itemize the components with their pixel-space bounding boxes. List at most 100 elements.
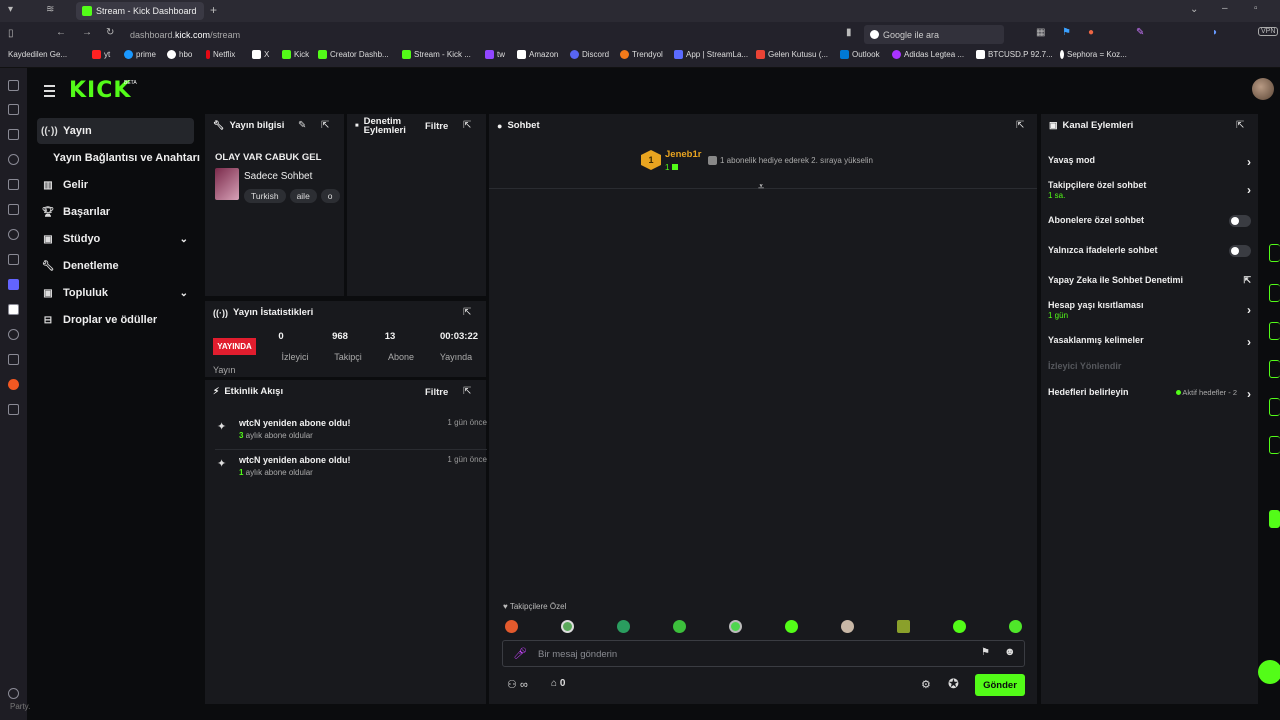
viewer-points[interactable]: ⚇ ∞ (507, 678, 528, 691)
popout-icon[interactable]: ⇱ (1016, 120, 1024, 131)
emote-icon[interactable] (673, 620, 686, 633)
sidebar-reading-icon[interactable] (8, 104, 19, 115)
edge-tab-icon[interactable] (1269, 510, 1280, 528)
search-field[interactable]: Google ile ara (864, 25, 1004, 44)
nav-item-community[interactable]: ▣ Topluluk ⌄ (37, 280, 194, 306)
sidebar-web-icon[interactable] (8, 329, 19, 340)
nav-item-revenue[interactable]: ▥ Gelir (37, 172, 194, 198)
emoji-icon[interactable]: ☻ (1004, 646, 1016, 658)
popout-icon[interactable]: ⇱ (463, 386, 471, 397)
reload-icon[interactable]: ↻ (106, 27, 114, 38)
emote-icon[interactable] (729, 620, 742, 633)
popout-icon[interactable]: ⇱ (321, 120, 329, 131)
emote-icon[interactable] (617, 620, 630, 633)
nav-item-studio[interactable]: ▣ Stüdyo ⌄ (37, 226, 194, 252)
sidebar-toggle-icon[interactable]: ▯ (8, 28, 14, 39)
sidebar-settings-icon[interactable] (8, 688, 19, 699)
sidebar-history-icon[interactable] (8, 154, 19, 165)
kick-logo[interactable]: KICK (69, 78, 131, 103)
store-counter[interactable]: ⌂ 0 (551, 678, 565, 689)
vpn-badge[interactable]: VPN (1258, 27, 1279, 36)
browser-menu-icon[interactable]: ▾ (8, 4, 13, 15)
popout-icon[interactable]: ⇱ (463, 120, 471, 131)
gifter-name[interactable]: Jeneb1r (665, 149, 701, 160)
bookmark-item[interactable]: Stream - Kick ... (402, 50, 471, 59)
translate-icon[interactable]: ⚑ (1062, 27, 1071, 38)
sidebar-capture-icon[interactable] (8, 204, 19, 215)
ai-moderation-row[interactable]: Yapay Zeka ile Sohbet Denetimi ⇱ (1048, 275, 1251, 289)
category-name[interactable]: Sadece Sohbet (244, 171, 312, 182)
bookmark-item[interactable]: Kick (282, 50, 309, 59)
emotes-only-toggle[interactable] (1229, 245, 1251, 257)
nav-item-moderation[interactable]: 🔧︎ Denetleme (37, 253, 194, 279)
edge-tab-icon[interactable] (1269, 398, 1280, 416)
edge-tab-icon[interactable] (1269, 360, 1280, 378)
extension-red-icon[interactable]: ● (1088, 27, 1094, 38)
message-input[interactable]: 🎤︎ Bir mesaj gönderin ⚑ ☻ (502, 640, 1025, 667)
edge-tab-icon[interactable] (1269, 436, 1280, 454)
nav-item-stream-key[interactable]: Yayın Bağlantısı ve Anahtarı (37, 145, 207, 171)
nav-item-stream[interactable]: ((·)) Yayın (37, 118, 194, 144)
sidebar-window-icon[interactable] (8, 229, 19, 240)
emote-icon[interactable] (897, 620, 910, 633)
sidebar-add-icon[interactable] (8, 404, 19, 415)
tag-chip[interactable]: aile (289, 189, 317, 203)
bookmark-item[interactable]: X (252, 50, 269, 59)
maximize-icon[interactable]: ▫ (1254, 3, 1258, 14)
tab-list-icon[interactable]: ⌄ (1190, 4, 1198, 15)
sidebar-sync-icon[interactable] (8, 254, 19, 265)
sidebar-bookmarks-icon[interactable] (8, 80, 19, 91)
bookmark-item[interactable]: Sephora = Koz... (1060, 50, 1127, 59)
popout-icon[interactable]: ⇱ (463, 307, 471, 318)
emote-icon[interactable] (841, 620, 854, 633)
bookmark-item[interactable]: Trendyol (620, 50, 663, 59)
edit-icon[interactable]: ✎ (298, 120, 306, 131)
url-field[interactable]: dashboard. kick.com/stream (130, 25, 860, 44)
emote-icon[interactable] (953, 620, 966, 633)
translate-icon[interactable]: ⚑ (981, 647, 990, 658)
account-age-row[interactable]: Hesap yaşı kısıtlaması 1 gün › (1048, 300, 1251, 324)
extension-icon[interactable]: ▦ (1036, 27, 1045, 38)
tag-chip[interactable]: o (320, 189, 340, 203)
send-button[interactable]: Gönder (975, 674, 1025, 696)
bookmark-item[interactable]: Amazon (517, 50, 558, 59)
new-tab-icon[interactable]: + (210, 3, 217, 17)
sidebar-calendar-icon[interactable] (8, 354, 19, 365)
audio-icon[interactable]: ◗ (1212, 27, 1218, 38)
tag-chip[interactable]: Turkish (244, 189, 286, 203)
menu-icon[interactable] (44, 85, 55, 100)
goals-row[interactable]: Hedefleri belirleyin Aktif hedefler - 2 … (1048, 387, 1251, 401)
slow-mode-row[interactable]: Yavaş mod › (1048, 155, 1251, 169)
minimize-icon[interactable]: – (1222, 3, 1228, 14)
edge-tab-icon[interactable] (1269, 284, 1280, 302)
pen-icon[interactable]: ✎ (1136, 27, 1144, 38)
bookmark-item[interactable]: Gelen Kutusu (... (756, 50, 828, 59)
bookmark-item[interactable]: Outlook (840, 50, 880, 59)
sidebar-notes-icon[interactable] (8, 179, 19, 190)
browser-tab-active[interactable]: Stream - Kick Dashboard (76, 2, 204, 20)
chat-fab-icon[interactable] (1258, 660, 1280, 684)
workspaces-icon[interactable]: ≋ (46, 4, 54, 15)
emote-icon[interactable] (505, 620, 518, 633)
emote-icon[interactable] (785, 620, 798, 633)
subscribers-only-toggle[interactable] (1229, 215, 1251, 227)
followers-only-row[interactable]: Takipçilere özel sohbet 1 sa. › (1048, 180, 1251, 204)
sidebar-app-icon[interactable] (8, 304, 19, 315)
bookmark-item[interactable]: Netflix (206, 50, 235, 59)
edge-tab-icon[interactable] (1269, 322, 1280, 340)
avatar[interactable] (1252, 78, 1274, 100)
microphone-icon[interactable]: 🎤︎ (513, 647, 527, 660)
bookmark-item[interactable]: App | StreamLa... (674, 50, 748, 59)
bookmark-item[interactable]: yt (92, 50, 110, 59)
bookmark-icon[interactable]: ▮ (846, 27, 852, 38)
banned-words-row[interactable]: Yasaklanmış kelimeler › (1048, 335, 1251, 349)
filter-button[interactable]: Filtre (425, 387, 448, 398)
sidebar-downloads-icon[interactable] (8, 129, 19, 140)
mastodon-icon[interactable] (8, 279, 19, 290)
emote-icon[interactable] (1009, 620, 1022, 633)
edge-tab-icon[interactable] (1269, 244, 1280, 262)
bookmark-item[interactable]: BTCUSD.P 92.7... (976, 50, 1053, 59)
nav-item-achievements[interactable]: 🏆︎ Başarılar (37, 199, 194, 225)
bookmark-item[interactable]: Discord (570, 50, 609, 59)
forward-icon[interactable]: → (82, 27, 92, 38)
